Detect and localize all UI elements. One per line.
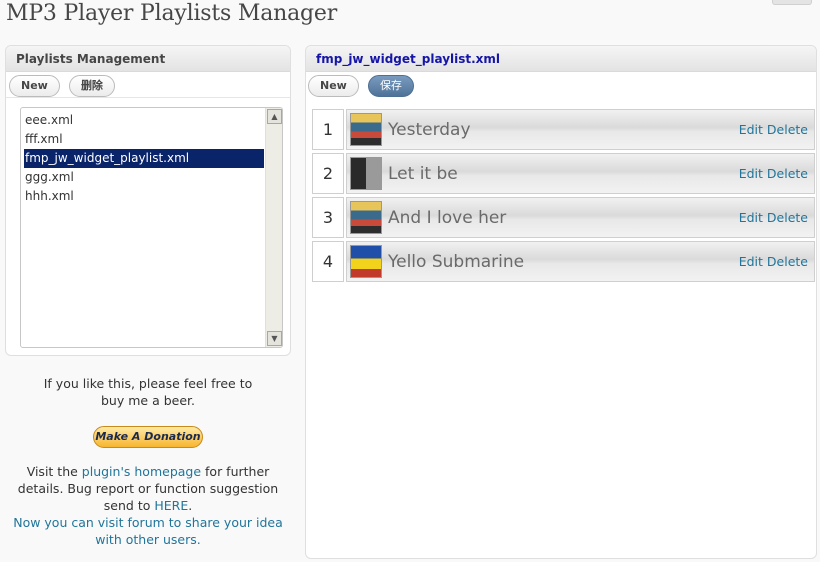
new-track-button[interactable]: New [308,75,359,97]
track-actions: Edit Delete [735,242,808,282]
bug-report-link[interactable]: HERE [154,498,188,513]
delete-link[interactable]: Delete [767,254,808,269]
playlist-listbox[interactable]: eee.xml fff.xml fmp_jw_widget_playlist.x… [20,107,283,348]
track-row: 3 And I love her Edit Delete [312,197,815,238]
save-button[interactable]: 保存 [367,75,414,97]
delete-playlist-button[interactable]: 删除 [68,75,115,97]
playlist-filename-title: fmp_jw_widget_playlist.xml [306,46,816,72]
beatles-and-i-love-her-cover-icon [350,201,382,234]
track-title: Let it be [388,164,458,184]
track-title: Yesterday [388,120,471,140]
panel-title: Playlists Management [6,46,290,72]
playlist-editor-panel: fmp_jw_widget_playlist.xml New 保存 1 Yest… [305,45,817,559]
beer-message: If you like this, please feel free to bu… [43,376,253,408]
track-item[interactable]: Let it be Edit Delete [346,153,815,194]
playlist-item-selected[interactable]: fmp_jw_widget_playlist.xml [24,149,264,168]
track-actions: Edit Delete [735,198,808,238]
plugin-info: Visit the plugin's homepage for further … [5,463,291,548]
track-number: 1 [312,109,344,150]
playlist-editor-toolbar: New 保存 [306,72,816,100]
new-playlist-button[interactable]: New [9,75,60,97]
track-title: Yello Submarine [388,252,525,272]
track-actions: Edit Delete [735,154,808,194]
scroll-down-arrow-icon[interactable]: ▼ [267,331,282,346]
delete-link[interactable]: Delete [767,210,808,225]
track-row: 4 Yello Submarine Edit Delete [312,241,815,282]
playlists-toolbar: New 删除 [6,72,290,98]
beatles-yesterday-cover-icon [350,113,382,146]
track-number: 4 [312,241,344,282]
edit-link[interactable]: Edit [739,254,763,269]
donate-button[interactable]: Make A Donation [93,426,203,448]
track-number: 3 [312,197,344,238]
forum-link-continued[interactable]: with other users. [5,531,291,548]
playlist-item[interactable]: hhh.xml [24,187,264,206]
edit-link[interactable]: Edit [739,210,763,225]
forum-link[interactable]: Now you can visit forum to share your id… [5,514,291,531]
playlist-item[interactable]: ggg.xml [24,168,264,187]
track-item[interactable]: And I love her Edit Delete [346,197,815,238]
track-item[interactable]: Yesterday Edit Delete [346,109,815,150]
yellow-submarine-cover-icon [350,245,382,278]
track-row: 2 Let it be Edit Delete [312,153,815,194]
track-actions: Edit Delete [735,110,808,150]
track-item[interactable]: Yello Submarine Edit Delete [346,241,815,282]
scroll-up-arrow-icon[interactable]: ▲ [267,109,282,124]
playlist-item[interactable]: fff.xml [24,130,264,149]
track-row: 1 Yesterday Edit Delete [312,109,815,150]
delete-link[interactable]: Delete [767,166,808,181]
beatles-let-it-be-cover-icon [350,157,382,190]
page-title: MP3 Player Playlists Manager [6,1,338,26]
track-title: And I love her [388,208,507,228]
listbox-scrollbar[interactable]: ▲ ▼ [265,108,282,347]
screen-options-tab[interactable] [772,0,812,5]
edit-link[interactable]: Edit [739,122,763,137]
delete-link[interactable]: Delete [767,122,808,137]
edit-link[interactable]: Edit [739,166,763,181]
plugin-homepage-link[interactable]: plugin's homepage [82,464,201,479]
playlist-item[interactable]: eee.xml [24,111,264,130]
playlists-management-panel: Playlists Management New 删除 eee.xml fff.… [5,45,291,356]
track-number: 2 [312,153,344,194]
